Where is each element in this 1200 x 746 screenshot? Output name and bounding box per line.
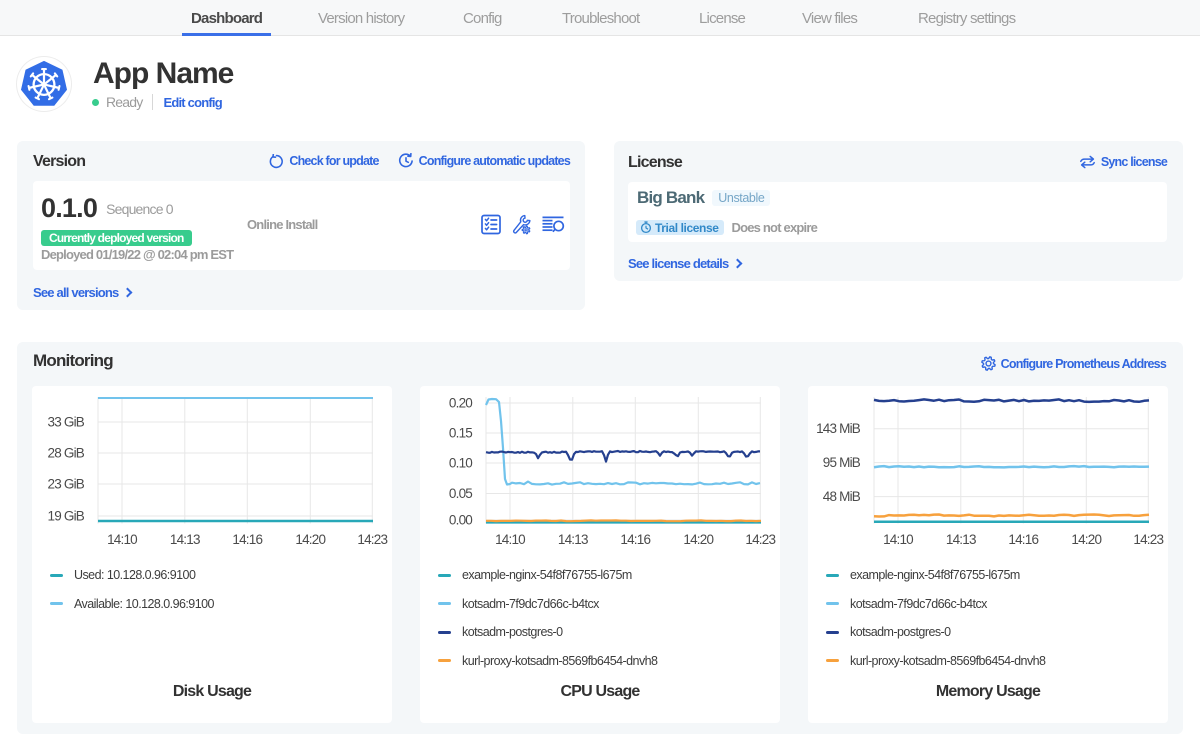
svg-text:14:10: 14:10 [883, 532, 913, 547]
svg-text:14:20: 14:20 [1071, 532, 1101, 547]
svg-text:0.05: 0.05 [449, 486, 472, 501]
svg-text:14:23: 14:23 [745, 532, 775, 547]
svg-text:14:20: 14:20 [683, 532, 713, 547]
svg-text:14:16: 14:16 [232, 532, 262, 547]
svg-text:14:10: 14:10 [107, 532, 137, 547]
svg-text:14:13: 14:13 [170, 532, 200, 547]
svg-text:14:10: 14:10 [495, 532, 525, 547]
svg-text:19 GiB: 19 GiB [48, 509, 85, 524]
svg-text:14:23: 14:23 [1133, 532, 1163, 547]
svg-text:48 MiB: 48 MiB [823, 489, 861, 504]
svg-text:0.15: 0.15 [449, 426, 472, 441]
svg-text:0.00: 0.00 [449, 513, 472, 528]
svg-text:14:20: 14:20 [295, 532, 325, 547]
svg-text:95 MiB: 95 MiB [823, 455, 861, 470]
svg-text:14:16: 14:16 [620, 532, 650, 547]
svg-text:28 GiB: 28 GiB [48, 446, 85, 461]
svg-text:0.10: 0.10 [449, 456, 472, 471]
svg-text:33 GiB: 33 GiB [48, 415, 85, 430]
svg-text:14:13: 14:13 [558, 532, 588, 547]
svg-text:14:13: 14:13 [946, 532, 976, 547]
svg-text:23 GiB: 23 GiB [48, 477, 85, 492]
svg-text:0.20: 0.20 [449, 396, 472, 411]
svg-text:143 MiB: 143 MiB [816, 421, 861, 436]
svg-text:14:16: 14:16 [1008, 532, 1038, 547]
svg-text:14:23: 14:23 [357, 532, 387, 547]
